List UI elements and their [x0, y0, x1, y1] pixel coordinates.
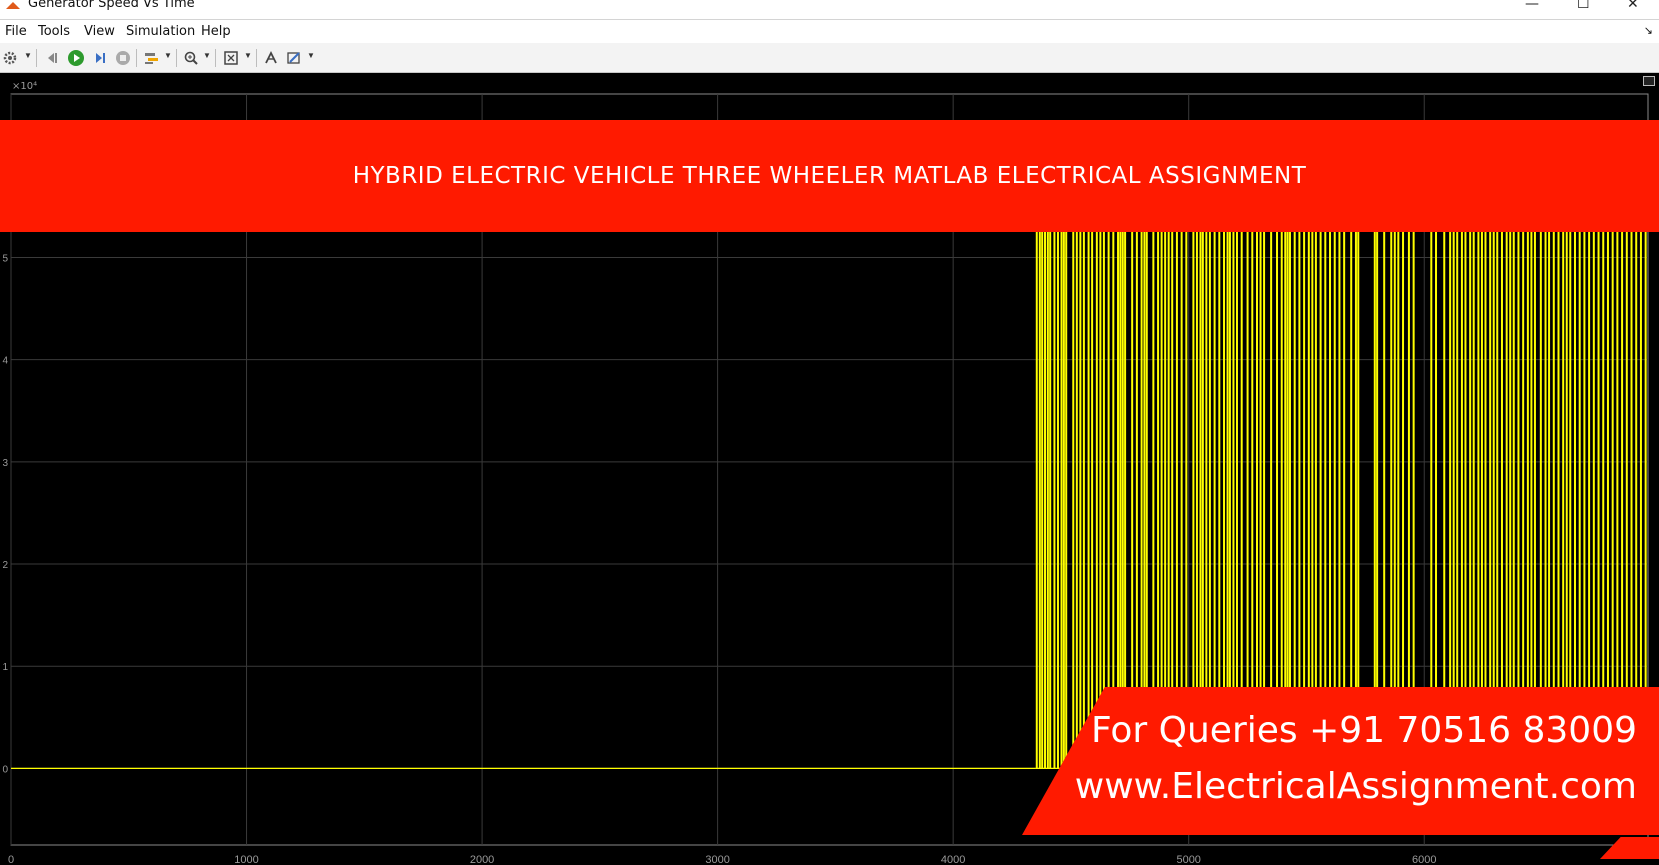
close-button[interactable]: ✕ — [1627, 0, 1639, 12]
x-tick-label: 6000 — [1412, 854, 1436, 865]
y-tick-label: 3 — [2, 458, 8, 469]
toolbar-separator — [176, 49, 177, 67]
undock-arrow-icon[interactable]: ↘ — [1644, 24, 1653, 37]
gear-dropdown-icon[interactable]: ▼ — [24, 51, 32, 60]
toolbar-separator — [256, 49, 257, 67]
y-tick-label: 4 — [2, 356, 8, 367]
style-dropdown-icon[interactable]: ▼ — [307, 51, 315, 60]
highlight-icon[interactable] — [142, 48, 162, 68]
menu-help[interactable]: Help — [201, 24, 231, 39]
restore-axes-button[interactable] — [1643, 76, 1655, 86]
y-exponent-label: ×10⁴ — [12, 81, 37, 92]
y-tick-label: 2 — [2, 560, 8, 571]
matlab-logo-icon — [6, 2, 20, 9]
maximize-button[interactable]: ☐ — [1577, 0, 1590, 12]
banner-title: HYBRID ELECTRIC VEHICLE THREE WHEELER MA… — [352, 163, 1307, 189]
step-forward-icon[interactable] — [90, 48, 110, 68]
x-tick-label: 0 — [8, 854, 14, 865]
stop-icon[interactable] — [113, 48, 133, 68]
toolbar: ▼ ▼ ▼ ▼ ▼ — [0, 43, 1659, 73]
menu-bar: File Tools View Simulation Help ↘ — [0, 20, 1659, 43]
title-banner: HYBRID ELECTRIC VEHICLE THREE WHEELER MA… — [0, 120, 1659, 232]
highlight-dropdown-icon[interactable]: ▼ — [164, 51, 172, 60]
y-tick-label: 5 — [2, 253, 8, 264]
menu-simulation[interactable]: Simulation — [126, 24, 195, 39]
toolbar-separator — [215, 49, 216, 67]
contact-promo-panel: For Queries +91 70516 83009 www.Electric… — [1022, 687, 1659, 835]
zoom-icon[interactable] — [181, 48, 201, 68]
toolbar-separator — [136, 49, 137, 67]
x-tick-label: 2000 — [470, 854, 494, 865]
menu-file[interactable]: File — [5, 24, 27, 39]
x-tick-label: 1000 — [234, 854, 258, 865]
y-tick-label: 0 — [2, 764, 8, 775]
x-tick-label: 3000 — [705, 854, 729, 865]
style-icon[interactable] — [284, 48, 304, 68]
cursor-measure-icon[interactable] — [261, 48, 281, 68]
promo-phone-text: For Queries +91 70516 83009 — [1090, 710, 1637, 751]
toolbar-separator — [36, 49, 37, 67]
step-back-icon[interactable] — [42, 48, 62, 68]
fit-dropdown-icon[interactable]: ▼ — [244, 51, 252, 60]
menu-view[interactable]: View — [84, 24, 115, 39]
promo-website-text: www.ElectricalAssignment.com — [1074, 766, 1637, 807]
zoom-dropdown-icon[interactable]: ▼ — [203, 51, 211, 60]
x-tick-label: 4000 — [941, 854, 965, 865]
y-tick-label: 1 — [2, 662, 8, 673]
gear-icon[interactable] — [0, 48, 20, 68]
minimize-button[interactable]: — — [1525, 0, 1539, 12]
menu-tools[interactable]: Tools — [38, 24, 70, 39]
title-bar: Generator Speed Vs Time — ☐ ✕ — [0, 0, 1659, 20]
fit-to-view-icon[interactable] — [221, 48, 241, 68]
run-icon[interactable] — [66, 48, 86, 68]
window-title: Generator Speed Vs Time — [28, 0, 195, 11]
x-tick-label: 5000 — [1176, 854, 1200, 865]
